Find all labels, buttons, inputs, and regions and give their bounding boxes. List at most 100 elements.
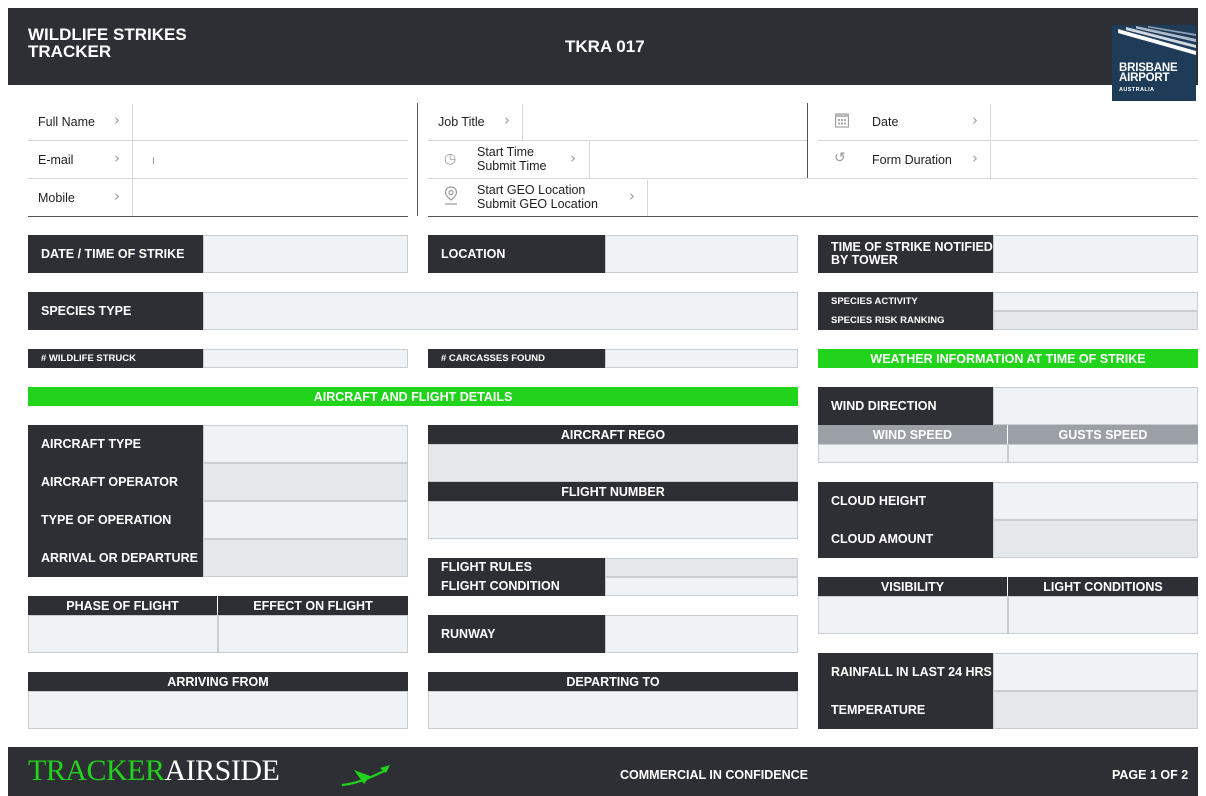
stopwatch-icon: ↺ xyxy=(834,150,846,166)
time-notified-label: TIME OF STRIKE NOTIFIED BY TOWER xyxy=(818,235,993,273)
wildlife-struck-field[interactable] xyxy=(203,349,408,368)
flight-rules-field[interactable] xyxy=(605,558,798,577)
divider xyxy=(647,180,648,216)
flight-number-header: FLIGHT NUMBER xyxy=(428,482,798,501)
location-label: LOCATION xyxy=(428,235,605,273)
date-value[interactable] xyxy=(992,104,1198,140)
departing-to-field[interactable] xyxy=(428,691,798,729)
clock-icon: ◷ xyxy=(444,151,457,167)
rainfall-field[interactable] xyxy=(993,653,1198,691)
text-cursor xyxy=(153,157,154,164)
departing-to-header: DEPARTING TO xyxy=(428,672,798,691)
flight-condition-label: FLIGHT CONDITION xyxy=(428,577,605,596)
chevron-right-icon: › xyxy=(570,149,576,167)
gusts-speed-header: GUSTS SPEED xyxy=(1008,425,1198,444)
divider xyxy=(428,140,808,141)
mobile-value[interactable] xyxy=(134,180,408,216)
arrival-or-departure-label: ARRIVAL OR DEPARTURE xyxy=(28,539,203,577)
plane-icon xyxy=(340,764,392,793)
logo-country: AUSTRALIA xyxy=(1119,87,1155,93)
aircraft-operator-field[interactable] xyxy=(203,463,408,501)
location-pin-icon xyxy=(444,186,458,211)
page-number: PAGE 1 OF 2 xyxy=(1112,768,1189,782)
aircraft-type-label: AIRCRAFT TYPE xyxy=(28,425,203,463)
gusts-speed-field[interactable] xyxy=(1008,444,1198,463)
wind-speed-header: WIND SPEED xyxy=(818,425,1007,444)
cloud-amount-field[interactable] xyxy=(993,520,1198,558)
full-name-value[interactable] xyxy=(134,104,408,140)
logo-stripes-icon xyxy=(1118,26,1196,55)
phase-of-flight-field[interactable] xyxy=(28,615,218,653)
job-title-value[interactable] xyxy=(524,104,807,140)
full-name-label: Full Name xyxy=(38,115,95,129)
divider xyxy=(28,216,408,217)
divider xyxy=(990,104,991,140)
job-title-label: Job Title xyxy=(438,115,485,129)
visibility-field[interactable] xyxy=(818,596,1008,634)
divider xyxy=(28,140,408,141)
brisbane-airport-logo: BRISBANE AIRPORT AUSTRALIA xyxy=(1112,25,1196,101)
form-duration-label: Form Duration xyxy=(872,153,952,167)
divider xyxy=(818,140,1198,141)
mobile-label: Mobile xyxy=(38,191,75,205)
species-type-field[interactable] xyxy=(203,292,798,330)
flight-rules-label: FLIGHT RULES xyxy=(428,558,605,577)
rainfall-label: RAINFALL IN LAST 24 HRS xyxy=(818,653,993,691)
cloud-height-label: CLOUD HEIGHT xyxy=(818,482,993,520)
aircraft-rego-field[interactable] xyxy=(428,444,798,482)
aircraft-rego-header: AIRCRAFT REGO xyxy=(428,425,798,444)
chevron-right-icon: › xyxy=(114,187,120,205)
time-notified-field[interactable] xyxy=(993,235,1198,273)
aircraft-operator-label: AIRCRAFT OPERATOR xyxy=(28,463,203,501)
flight-number-field[interactable] xyxy=(428,501,798,539)
species-risk-field[interactable] xyxy=(993,311,1198,330)
chevron-right-icon: › xyxy=(114,149,120,167)
effect-on-flight-header: EFFECT ON FLIGHT xyxy=(218,596,408,615)
date-time-of-strike-field[interactable] xyxy=(203,235,408,273)
chevron-right-icon: › xyxy=(629,187,635,205)
divider xyxy=(417,103,418,216)
visibility-header: VISIBILITY xyxy=(818,577,1007,596)
arriving-from-field[interactable] xyxy=(28,691,408,729)
runway-label: RUNWAY xyxy=(428,615,605,653)
flight-condition-field[interactable] xyxy=(605,577,798,596)
temperature-label: TEMPERATURE xyxy=(818,691,993,729)
species-activity-label: SPECIES ACTIVITY xyxy=(818,292,993,311)
wind-speed-field[interactable] xyxy=(818,444,1008,463)
email-value[interactable] xyxy=(134,142,408,178)
carcasses-found-field[interactable] xyxy=(605,349,798,368)
phase-of-flight-header: PHASE OF FLIGHT xyxy=(28,596,217,615)
divider xyxy=(589,142,590,178)
email-label: E-mail xyxy=(38,153,74,167)
temperature-field[interactable] xyxy=(993,691,1198,729)
species-activity-field[interactable] xyxy=(993,292,1198,311)
chevron-right-icon: › xyxy=(972,111,978,129)
species-type-label: SPECIES TYPE xyxy=(28,292,203,330)
effect-on-flight-field[interactable] xyxy=(218,615,408,653)
divider xyxy=(132,104,133,216)
form-duration-value[interactable] xyxy=(992,142,1198,178)
aircraft-type-field[interactable] xyxy=(203,425,408,463)
form-title: WILDLIFE STRIKES TRACKER xyxy=(28,25,187,61)
wind-direction-field[interactable] xyxy=(993,387,1198,425)
carcasses-found-label: # CARCASSES FOUND xyxy=(428,349,605,368)
arrival-or-departure-field[interactable] xyxy=(203,539,408,577)
light-conditions-field[interactable] xyxy=(1008,596,1198,634)
chevron-right-icon: › xyxy=(114,111,120,129)
species-risk-label: SPECIES RISK RANKING xyxy=(818,311,993,330)
chevron-right-icon: › xyxy=(504,111,510,129)
divider xyxy=(428,178,1198,179)
cloud-amount-label: CLOUD AMOUNT xyxy=(818,520,993,558)
cloud-height-field[interactable] xyxy=(993,482,1198,520)
confidential-notice: COMMERCIAL IN CONFIDENCE xyxy=(620,768,808,782)
divider xyxy=(28,178,408,179)
aircraft-section-header: AIRCRAFT AND FLIGHT DETAILS xyxy=(28,387,798,406)
form-code: TKRA 017 xyxy=(565,37,645,56)
divider xyxy=(522,104,523,140)
type-of-operation-field[interactable] xyxy=(203,501,408,539)
runway-field[interactable] xyxy=(605,615,798,653)
location-field[interactable] xyxy=(605,235,798,273)
weather-section-header: WEATHER INFORMATION AT TIME OF STRIKE xyxy=(818,349,1198,368)
geo-labels: Start GEO Location Submit GEO Location xyxy=(477,183,598,211)
time-labels: Start Time Submit Time xyxy=(477,145,547,173)
